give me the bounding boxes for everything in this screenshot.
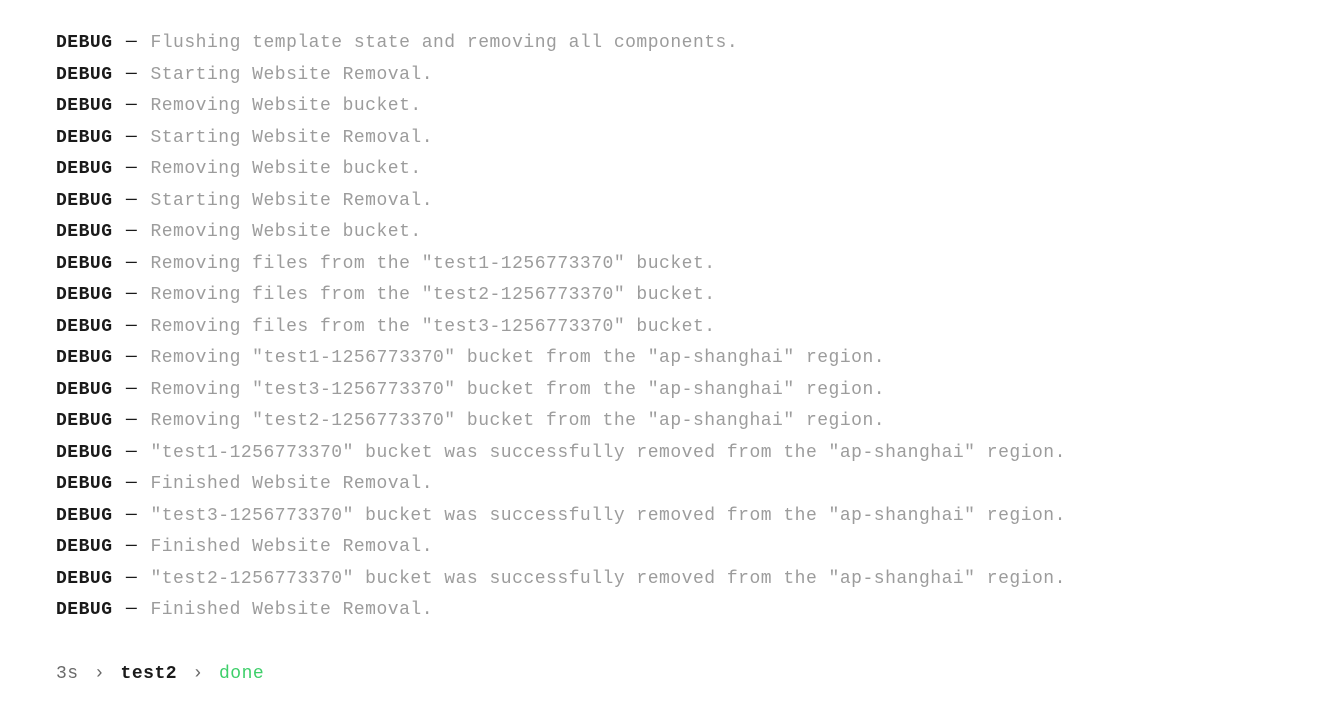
log-level: DEBUG: [56, 191, 113, 211]
log-level: DEBUG: [56, 65, 113, 85]
log-separator: ─: [126, 128, 137, 148]
log-separator: ─: [126, 159, 137, 179]
log-line: DEBUG ─ Starting Website Removal.: [56, 186, 1340, 218]
log-separator: ─: [126, 191, 137, 211]
log-line: DEBUG ─ "test2-1256773370" bucket was su…: [56, 564, 1340, 596]
log-separator: ─: [126, 506, 137, 526]
log-line: DEBUG ─ Finished Website Removal.: [56, 469, 1340, 501]
log-separator: ─: [126, 222, 137, 242]
log-level: DEBUG: [56, 443, 113, 463]
log-message: Removing "test3-1256773370" bucket from …: [150, 380, 885, 400]
log-line: DEBUG ─ Removing files from the "test2-1…: [56, 280, 1340, 312]
status-elapsed-time: 3s: [56, 664, 79, 684]
log-message: Finished Website Removal.: [150, 474, 433, 494]
log-level: DEBUG: [56, 159, 113, 179]
log-message: "test1-1256773370" bucket was successful…: [150, 443, 1065, 463]
log-level: DEBUG: [56, 537, 113, 557]
log-level: DEBUG: [56, 128, 113, 148]
log-message: Flushing template state and removing all…: [150, 33, 738, 53]
log-line: DEBUG ─ Removing Website bucket.: [56, 154, 1340, 186]
log-line: DEBUG ─ Removing files from the "test3-1…: [56, 312, 1340, 344]
status-separator: ›: [94, 664, 105, 684]
log-line: DEBUG ─ "test3-1256773370" bucket was su…: [56, 501, 1340, 533]
log-level: DEBUG: [56, 600, 113, 620]
log-separator: ─: [126, 474, 137, 494]
log-message: Starting Website Removal.: [150, 128, 433, 148]
log-line: DEBUG ─ Removing "test3-1256773370" buck…: [56, 375, 1340, 407]
log-separator: ─: [126, 254, 137, 274]
log-level: DEBUG: [56, 317, 113, 337]
status-state: done: [219, 664, 264, 684]
log-separator: ─: [126, 537, 137, 557]
log-message: Finished Website Removal.: [150, 600, 433, 620]
log-separator: ─: [126, 285, 137, 305]
log-output: DEBUG ─ Flushing template state and remo…: [56, 28, 1340, 627]
log-line: DEBUG ─ Removing "test1-1256773370" buck…: [56, 343, 1340, 375]
log-level: DEBUG: [56, 222, 113, 242]
log-level: DEBUG: [56, 348, 113, 368]
log-line: DEBUG ─ Removing Website bucket.: [56, 217, 1340, 249]
log-message: Finished Website Removal.: [150, 537, 433, 557]
status-separator: ›: [192, 664, 203, 684]
log-separator: ─: [126, 380, 137, 400]
log-message: Removing Website bucket.: [150, 159, 421, 179]
log-level: DEBUG: [56, 96, 113, 116]
log-line: DEBUG ─ "test1-1256773370" bucket was su…: [56, 438, 1340, 470]
log-separator: ─: [126, 33, 137, 53]
log-separator: ─: [126, 411, 137, 431]
log-separator: ─: [126, 96, 137, 116]
log-line: DEBUG ─ Flushing template state and remo…: [56, 28, 1340, 60]
log-separator: ─: [126, 317, 137, 337]
log-message: Removing files from the "test3-125677337…: [150, 317, 715, 337]
log-line: DEBUG ─ Starting Website Removal.: [56, 60, 1340, 92]
log-separator: ─: [126, 348, 137, 368]
log-message: Removing Website bucket.: [150, 222, 421, 242]
log-line: DEBUG ─ Removing Website bucket.: [56, 91, 1340, 123]
log-level: DEBUG: [56, 569, 113, 589]
log-separator: ─: [126, 569, 137, 589]
log-level: DEBUG: [56, 380, 113, 400]
log-line: DEBUG ─ Removing files from the "test1-1…: [56, 249, 1340, 281]
log-message: Starting Website Removal.: [150, 65, 433, 85]
log-separator: ─: [126, 600, 137, 620]
status-line: 3s › test2 › done: [56, 659, 1340, 691]
log-level: DEBUG: [56, 411, 113, 431]
log-message: Starting Website Removal.: [150, 191, 433, 211]
status-component-name: test2: [121, 664, 178, 684]
log-level: DEBUG: [56, 506, 113, 526]
log-separator: ─: [126, 443, 137, 463]
log-message: Removing Website bucket.: [150, 96, 421, 116]
log-message: Removing "test2-1256773370" bucket from …: [150, 411, 885, 431]
log-message: "test2-1256773370" bucket was successful…: [150, 569, 1065, 589]
log-separator: ─: [126, 65, 137, 85]
log-level: DEBUG: [56, 474, 113, 494]
log-message: "test3-1256773370" bucket was successful…: [150, 506, 1065, 526]
log-line: DEBUG ─ Finished Website Removal.: [56, 532, 1340, 564]
log-line: DEBUG ─ Removing "test2-1256773370" buck…: [56, 406, 1340, 438]
log-level: DEBUG: [56, 254, 113, 274]
log-line: DEBUG ─ Starting Website Removal.: [56, 123, 1340, 155]
log-message: Removing "test1-1256773370" bucket from …: [150, 348, 885, 368]
log-line: DEBUG ─ Finished Website Removal.: [56, 595, 1340, 627]
log-level: DEBUG: [56, 33, 113, 53]
log-message: Removing files from the "test1-125677337…: [150, 254, 715, 274]
log-level: DEBUG: [56, 285, 113, 305]
log-message: Removing files from the "test2-125677337…: [150, 285, 715, 305]
